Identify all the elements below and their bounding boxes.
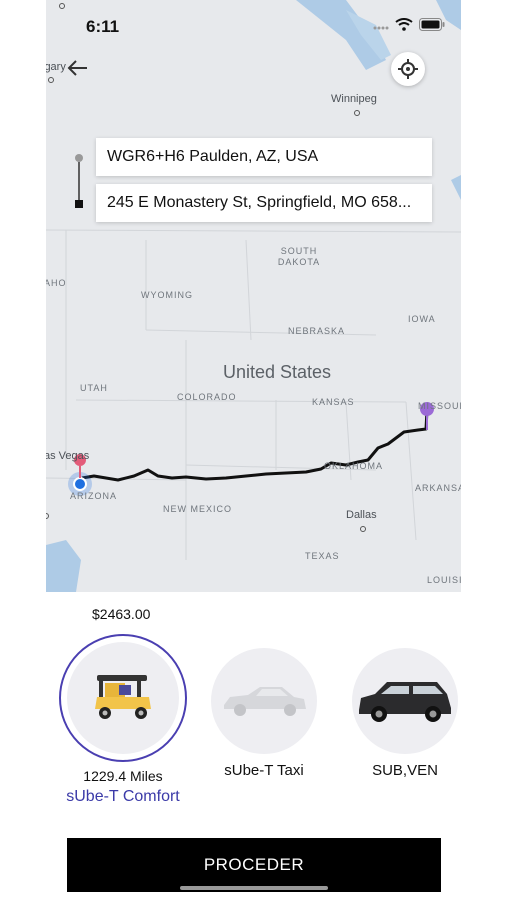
map-label-iowa: IOWA: [408, 314, 436, 324]
map-label-louisiana: LOUISI: [427, 575, 461, 585]
map-label-calgary: lgary: [46, 61, 66, 73]
map-label-south-dakota: SOUTH DAKOTA: [277, 246, 321, 267]
map-label-missouri: MISSOUR: [418, 401, 461, 411]
vehicle-label-taxi: sUbe-T Taxi: [224, 762, 304, 779]
map-label-colorado: COLORADO: [177, 392, 237, 402]
route-connector-icon: [75, 154, 83, 208]
back-arrow-icon[interactable]: [66, 56, 96, 84]
map-label-idaho: AHO: [46, 278, 67, 288]
vehicle-option-comfort[interactable]: 1229.4 Miles sUbe-T Comfort: [58, 634, 188, 806]
map-label-new-mexico: NEW MEXICO: [163, 504, 233, 514]
route-map[interactable]: lgary Winnipeg SOUTH DAKOTA AHO WYOMING …: [46, 0, 461, 592]
status-time: 6:11: [86, 17, 120, 36]
vehicle-distance: 1229.4 Miles: [83, 768, 163, 784]
map-label-dallas: Dallas: [346, 509, 377, 521]
vehicle-label-suv: SUB,VEN: [372, 762, 438, 779]
route-card: WGR6+H6 Paulden, AZ, USA 245 E Monastery…: [96, 138, 432, 222]
vehicle-circle-suv: [352, 648, 458, 754]
map-label-arizona: ARIZONA: [70, 491, 118, 501]
sedan-icon: [224, 687, 306, 716]
status-icons: [373, 18, 445, 31]
map-label-las-vegas: as Vegas: [46, 450, 90, 462]
map-label-kansas: KANSAS: [312, 397, 355, 407]
vehicle-label-comfort: sUbe-T Comfort: [66, 788, 180, 805]
suv-icon: [359, 682, 451, 722]
app-screen: lgary Winnipeg SOUTH DAKOTA AHO WYOMING …: [46, 0, 461, 900]
vehicle-option-taxi[interactable]: sUbe-T Taxi: [199, 648, 329, 779]
map-label-oklahoma: OKLAHOMA: [324, 461, 384, 471]
map-label-texas: TEXAS: [305, 551, 340, 561]
fare-price: $2463.00: [92, 606, 151, 622]
destination-field[interactable]: 245 E Monastery St, Springfield, MO 658.…: [96, 184, 432, 222]
origin-field[interactable]: WGR6+H6 Paulden, AZ, USA: [96, 138, 432, 176]
status-bar: 6:11: [46, 0, 461, 50]
map-label-winnipeg: Winnipeg: [331, 93, 377, 105]
vehicle-option-suv[interactable]: SUB,VEN: [340, 648, 470, 779]
map-label-nebraska: NEBRASKA: [288, 326, 346, 336]
my-location-button[interactable]: [391, 52, 425, 86]
battery-icon: [419, 18, 445, 31]
vehicle-circle-taxi: [211, 648, 317, 754]
home-indicator: [180, 886, 328, 890]
wifi-icon: [395, 18, 413, 31]
signal-icon: [373, 26, 389, 29]
map-label-utah: UTAH: [80, 383, 108, 393]
map-label-arkansas: ARKANSA: [415, 483, 461, 493]
tuk-tuk-icon: [95, 675, 151, 719]
vehicle-selected-ring: [59, 634, 187, 762]
map-label-wyoming: WYOMING: [141, 290, 193, 300]
map-background: [46, 0, 461, 592]
proceed-button[interactable]: PROCEDER: [67, 838, 441, 892]
map-label-united-states: United States: [223, 362, 332, 382]
crosshair-icon: [398, 59, 418, 79]
